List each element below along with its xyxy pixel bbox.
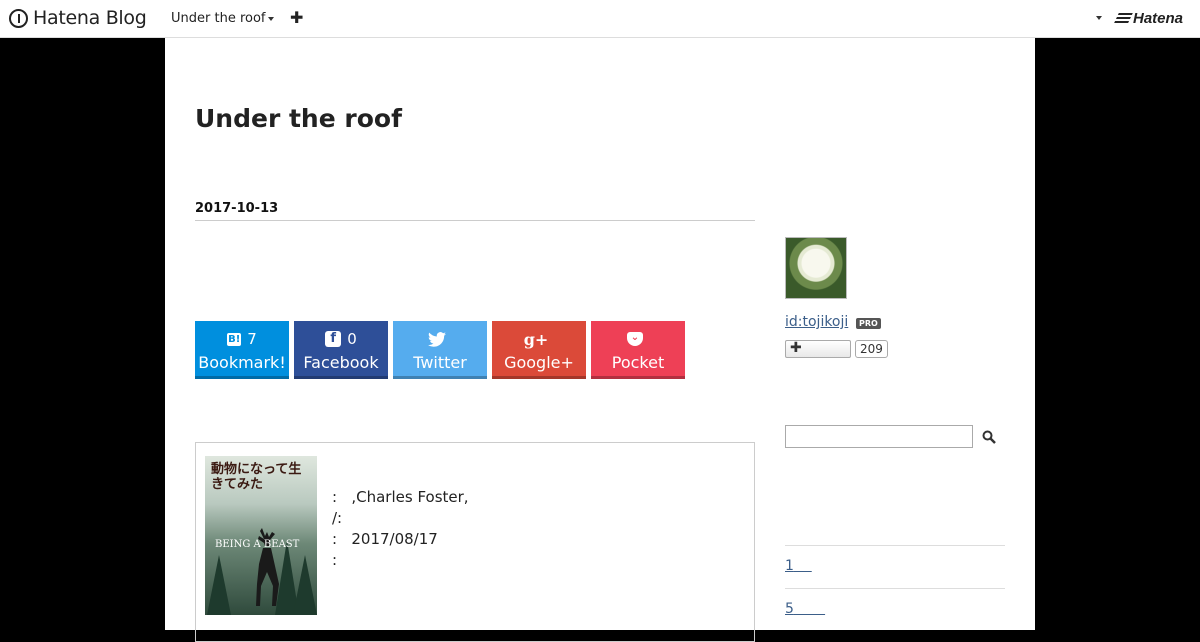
share-label: Google+ [504,353,574,372]
sidebar-link[interactable]: 1 [785,558,812,574]
share-count: 0 [347,330,357,348]
google-plus-icon: g+ [523,329,549,349]
profile-avatar[interactable] [785,237,847,299]
tree-shape [293,555,317,615]
book-author-line: : ,Charles Foster, [332,488,469,506]
pocket-share-button[interactable]: ⌄ Pocket [591,321,685,379]
chevron-down-icon [267,16,274,21]
book-publisher-line: /: [332,509,343,527]
sidebar-link-label: 5 [785,601,794,617]
hatena-bookmark-button[interactable]: B! 7 Bookmark! [195,321,289,379]
add-icon[interactable]: ✚ [290,8,303,27]
share-buttons: B! 7 Bookmark! f0 Facebook Twitter g+ Goo… [195,321,685,379]
entry-date[interactable]: 2017-10-13 [195,201,755,221]
blog-container: Under the roof 2017-10-13 B! 7 Bookmark! … [165,38,1035,642]
facebook-share-button[interactable]: f0 Facebook [294,321,388,379]
user-id-link[interactable]: id:tojikoji [785,314,848,330]
blog-switcher[interactable]: Under the roof [171,11,274,26]
twitter-bird-icon [428,331,446,347]
book-cover-image[interactable]: 動物になって生きてみた BEING A BEAST [205,456,317,615]
hatena-bookmark-icon: B! [227,332,242,346]
tree-shape [207,555,231,615]
user-menu-chevron-icon[interactable] [1096,16,1102,20]
book-release-date-line: : 2017/08/17 [332,530,438,548]
share-label: Pocket [611,353,665,372]
brand-text: Hatena [1133,10,1184,27]
follow-button[interactable]: ✚ [785,340,851,358]
logo-text: Hatena Blog [33,7,147,29]
share-label: Bookmark! [198,353,286,372]
share-count: 7 [247,330,257,348]
blog-switcher-label: Under the roof [171,11,266,26]
facebook-icon: f [325,331,342,347]
google-plus-share-button[interactable]: g+ Google+ [492,321,586,379]
cover-subtitle: BEING A BEAST [215,539,300,550]
pro-badge: PRO [856,318,881,329]
hatena-brand-logo[interactable]: Hatena [1113,10,1184,27]
twitter-share-button[interactable]: Twitter [393,321,487,379]
divider [785,588,1005,589]
follower-count[interactable]: 209 [855,340,888,358]
book-embed-card: 動物になって生きてみた BEING A BEAST : ,Charles Fos… [195,442,755,642]
pocket-icon: ⌄ [627,332,643,346]
search-input[interactable] [785,425,973,448]
cover-title: 動物になって生きてみた [211,462,302,492]
hatena-stripes-icon [1113,12,1133,25]
divider [785,545,1005,546]
book-media-line: : [332,551,338,569]
search-icon[interactable] [981,429,997,445]
hatena-blog-logo[interactable]: Hatena Blog [9,7,147,29]
global-header: Hatena Blog Under the roof ✚ Hatena [0,0,1200,38]
deer-illustration-icon [256,528,279,606]
sidebar-link[interactable]: 5 [785,601,825,617]
hatena-logo-icon [9,8,28,28]
blog-title[interactable]: Under the roof [195,104,402,133]
book-info: : ,Charles Foster, /: : 2017/08/17 : [332,487,469,571]
share-label: Facebook [303,353,379,372]
share-label: Twitter [413,353,467,372]
sidebar-link-label: 1 [785,558,794,574]
